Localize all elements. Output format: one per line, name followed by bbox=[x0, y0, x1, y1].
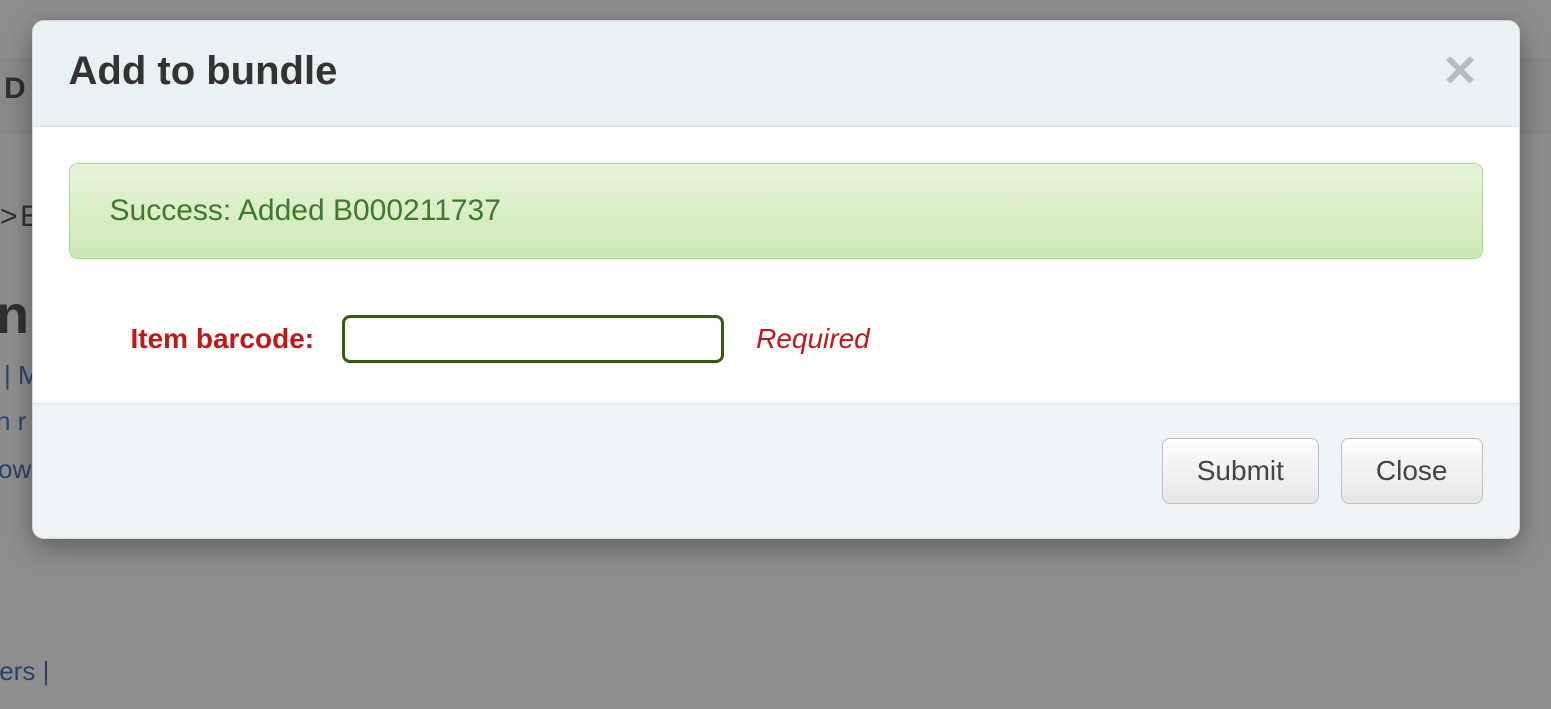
modal-title: Add to bundle bbox=[69, 49, 338, 94]
required-hint: Required bbox=[756, 323, 870, 355]
close-button[interactable]: Close bbox=[1341, 438, 1483, 504]
modal-body: Success: Added B000211737 Item barcode: … bbox=[33, 127, 1519, 403]
item-barcode-label: Item barcode: bbox=[131, 323, 315, 355]
submit-button[interactable]: Submit bbox=[1162, 438, 1319, 504]
barcode-form-row: Item barcode: Required bbox=[69, 315, 1483, 363]
modal-footer: Submit Close bbox=[33, 403, 1519, 538]
success-alert: Success: Added B000211737 bbox=[69, 163, 1483, 259]
close-icon[interactable]: ✕ bbox=[1438, 50, 1483, 94]
modal-header: Add to bundle ✕ bbox=[33, 21, 1519, 127]
item-barcode-input[interactable] bbox=[342, 315, 724, 363]
add-to-bundle-modal: Add to bundle ✕ Success: Added B00021173… bbox=[32, 20, 1520, 539]
modal-overlay: Add to bundle ✕ Success: Added B00021173… bbox=[0, 0, 1551, 709]
